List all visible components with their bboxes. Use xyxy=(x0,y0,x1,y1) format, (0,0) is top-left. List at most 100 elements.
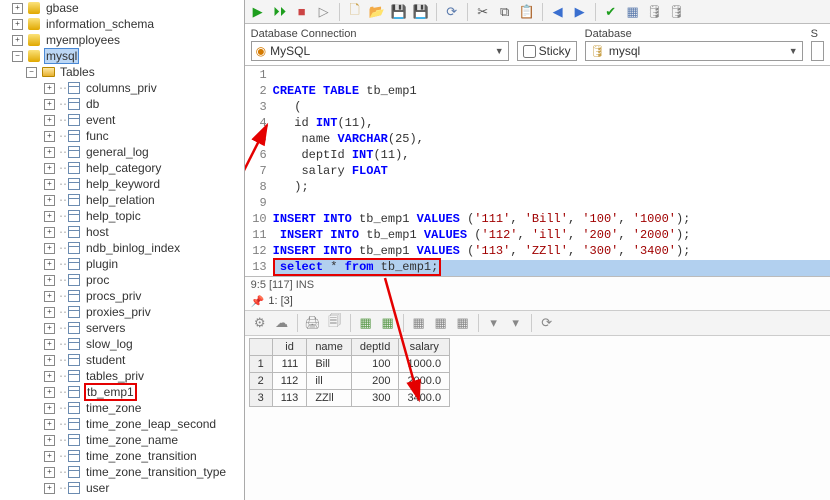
table-node[interactable]: +⋯help_relation xyxy=(4,192,244,208)
expand-icon[interactable]: + xyxy=(44,355,55,366)
table-label[interactable]: time_zone_name xyxy=(84,433,180,447)
grid-cloud-icon[interactable]: ☁ xyxy=(273,314,291,332)
code-line[interactable]: INSERT INTO tb_emp1 VALUES ('113', 'ZZll… xyxy=(273,244,830,260)
table-node[interactable]: +⋯plugin xyxy=(4,256,244,272)
table-label[interactable]: proxies_priv xyxy=(84,305,153,319)
code-line[interactable]: salary FLOAT xyxy=(273,164,830,180)
table-node[interactable]: +⋯help_keyword xyxy=(4,176,244,192)
grid-addg-icon[interactable]: ▦ xyxy=(379,314,397,332)
db-label[interactable]: information_schema xyxy=(44,17,156,31)
new-icon[interactable]: 🗋 xyxy=(346,3,364,21)
run-all-icon[interactable]: ⏵⏵ xyxy=(271,3,289,21)
result-tab[interactable]: 📌 1: [3] xyxy=(245,292,830,310)
db-label[interactable]: gbase xyxy=(44,1,81,15)
col-header[interactable]: id xyxy=(272,339,307,356)
table-label[interactable]: servers xyxy=(84,321,127,335)
expand-icon[interactable]: + xyxy=(44,323,55,334)
row-number[interactable]: 3 xyxy=(249,390,272,407)
expand-icon[interactable]: + xyxy=(44,259,55,270)
open-icon[interactable]: 📂 xyxy=(368,3,386,21)
expand-icon[interactable]: + xyxy=(44,275,55,286)
table-label[interactable]: help_keyword xyxy=(84,177,162,191)
db-node[interactable]: + myemployees xyxy=(4,32,244,48)
col-header[interactable]: name xyxy=(307,339,352,356)
grid-clone-icon[interactable]: ▦ xyxy=(454,314,472,332)
table-label[interactable]: event xyxy=(84,113,117,127)
expand-icon[interactable]: + xyxy=(44,211,55,222)
grid-gear-icon[interactable]: ⚙ xyxy=(251,314,269,332)
collapse-icon[interactable]: − xyxy=(26,67,37,78)
cell-deptid[interactable]: 200 xyxy=(351,373,399,390)
table-row[interactable]: 1111Bill1001000.0 xyxy=(249,356,449,373)
grid-nav1-icon[interactable]: ▾ xyxy=(485,314,503,332)
expand-icon[interactable]: + xyxy=(44,99,55,110)
table-node[interactable]: +⋯time_zone xyxy=(4,400,244,416)
db-node[interactable]: +gbase xyxy=(4,0,244,16)
expand-icon[interactable]: + xyxy=(12,35,23,46)
table-label[interactable]: ndb_binlog_index xyxy=(84,241,182,255)
code-line[interactable]: CREATE TABLE tb_emp1 xyxy=(273,84,830,100)
result-grid[interactable]: idnamedeptIdsalary 1111Bill1001000.02112… xyxy=(249,338,450,407)
expand-icon[interactable]: + xyxy=(44,227,55,238)
db2-icon[interactable]: 🛢 xyxy=(668,3,686,21)
code-line[interactable]: name VARCHAR(25), xyxy=(273,132,830,148)
table-row[interactable]: 2112ill2002000.0 xyxy=(249,373,449,390)
cell-id[interactable]: 113 xyxy=(272,390,307,407)
table-label[interactable]: time_zone_transition xyxy=(84,449,199,463)
table-label[interactable]: db xyxy=(84,97,101,111)
table-node[interactable]: +⋯user xyxy=(4,480,244,496)
grid-nav2-icon[interactable]: ▾ xyxy=(507,314,525,332)
cell-deptid[interactable]: 300 xyxy=(351,390,399,407)
expand-icon[interactable]: + xyxy=(44,403,55,414)
grid-opt-icon[interactable]: ⟳ xyxy=(538,314,556,332)
table-label[interactable]: tables_priv xyxy=(84,369,146,383)
saveall-icon[interactable]: 💾 xyxy=(412,3,430,21)
expand-icon[interactable]: + xyxy=(44,163,55,174)
table-label[interactable]: host xyxy=(84,225,111,239)
cell-salary[interactable]: 3400.0 xyxy=(399,390,450,407)
expand-icon[interactable]: + xyxy=(44,467,55,478)
expand-icon[interactable]: + xyxy=(44,387,55,398)
undo-icon[interactable]: ◀ xyxy=(549,3,567,21)
grid-export-icon[interactable]: 🗐 xyxy=(326,314,344,332)
table-node[interactable]: +⋯db xyxy=(4,96,244,112)
code-line[interactable]: INSERT INTO tb_emp1 VALUES ('111', 'Bill… xyxy=(273,212,830,228)
connection-combo[interactable]: ◉ MySQL ▼ xyxy=(251,41,509,61)
cell-deptid[interactable]: 100 xyxy=(351,356,399,373)
grid-del2-icon[interactable]: ▦ xyxy=(432,314,450,332)
browse-icon[interactable]: ▦ xyxy=(624,3,642,21)
save-icon[interactable]: 💾 xyxy=(390,3,408,21)
table-node[interactable]: +⋯time_zone_transition xyxy=(4,448,244,464)
table-node[interactable]: +⋯func xyxy=(4,128,244,144)
table-label[interactable]: slow_log xyxy=(84,337,135,351)
cut-icon[interactable]: ✂ xyxy=(474,3,492,21)
table-row[interactable]: 3113ZZll3003400.0 xyxy=(249,390,449,407)
table-label[interactable]: student xyxy=(84,353,127,367)
code-line[interactable]: select * from tb_emp1; xyxy=(273,260,830,276)
expand-icon[interactable]: + xyxy=(44,83,55,94)
table-label[interactable]: proc xyxy=(84,273,111,287)
col-header[interactable]: deptId xyxy=(351,339,399,356)
cell-salary[interactable]: 2000.0 xyxy=(399,373,450,390)
table-label[interactable]: plugin xyxy=(84,257,120,271)
grid-print-icon[interactable]: 🖨 xyxy=(304,314,322,332)
paste-icon[interactable]: 📋 xyxy=(518,3,536,21)
table-node[interactable]: +⋯event xyxy=(4,112,244,128)
step-icon[interactable]: ▷ xyxy=(315,3,333,21)
cell-id[interactable]: 112 xyxy=(272,373,307,390)
stop-icon[interactable]: ■ xyxy=(293,3,311,21)
table-node[interactable]: +⋯time_zone_transition_type xyxy=(4,464,244,480)
expand-icon[interactable]: + xyxy=(44,291,55,302)
table-node[interactable]: +⋯proc xyxy=(4,272,244,288)
code-line[interactable]: ( xyxy=(273,100,830,116)
code-line[interactable]: INSERT INTO tb_emp1 VALUES ('112', 'ill'… xyxy=(273,228,830,244)
database-combo[interactable]: 🛢 mysql ▼ xyxy=(585,41,803,61)
code-line[interactable]: deptId INT(11), xyxy=(273,148,830,164)
table-node[interactable]: +⋯procs_priv xyxy=(4,288,244,304)
row-number[interactable]: 1 xyxy=(249,356,272,373)
table-node[interactable]: +⋯help_category xyxy=(4,160,244,176)
db-label[interactable]: myemployees xyxy=(44,33,122,47)
table-node[interactable]: +⋯proxies_priv xyxy=(4,304,244,320)
table-label[interactable]: help_category xyxy=(84,161,163,175)
table-node[interactable]: +⋯time_zone_leap_second xyxy=(4,416,244,432)
